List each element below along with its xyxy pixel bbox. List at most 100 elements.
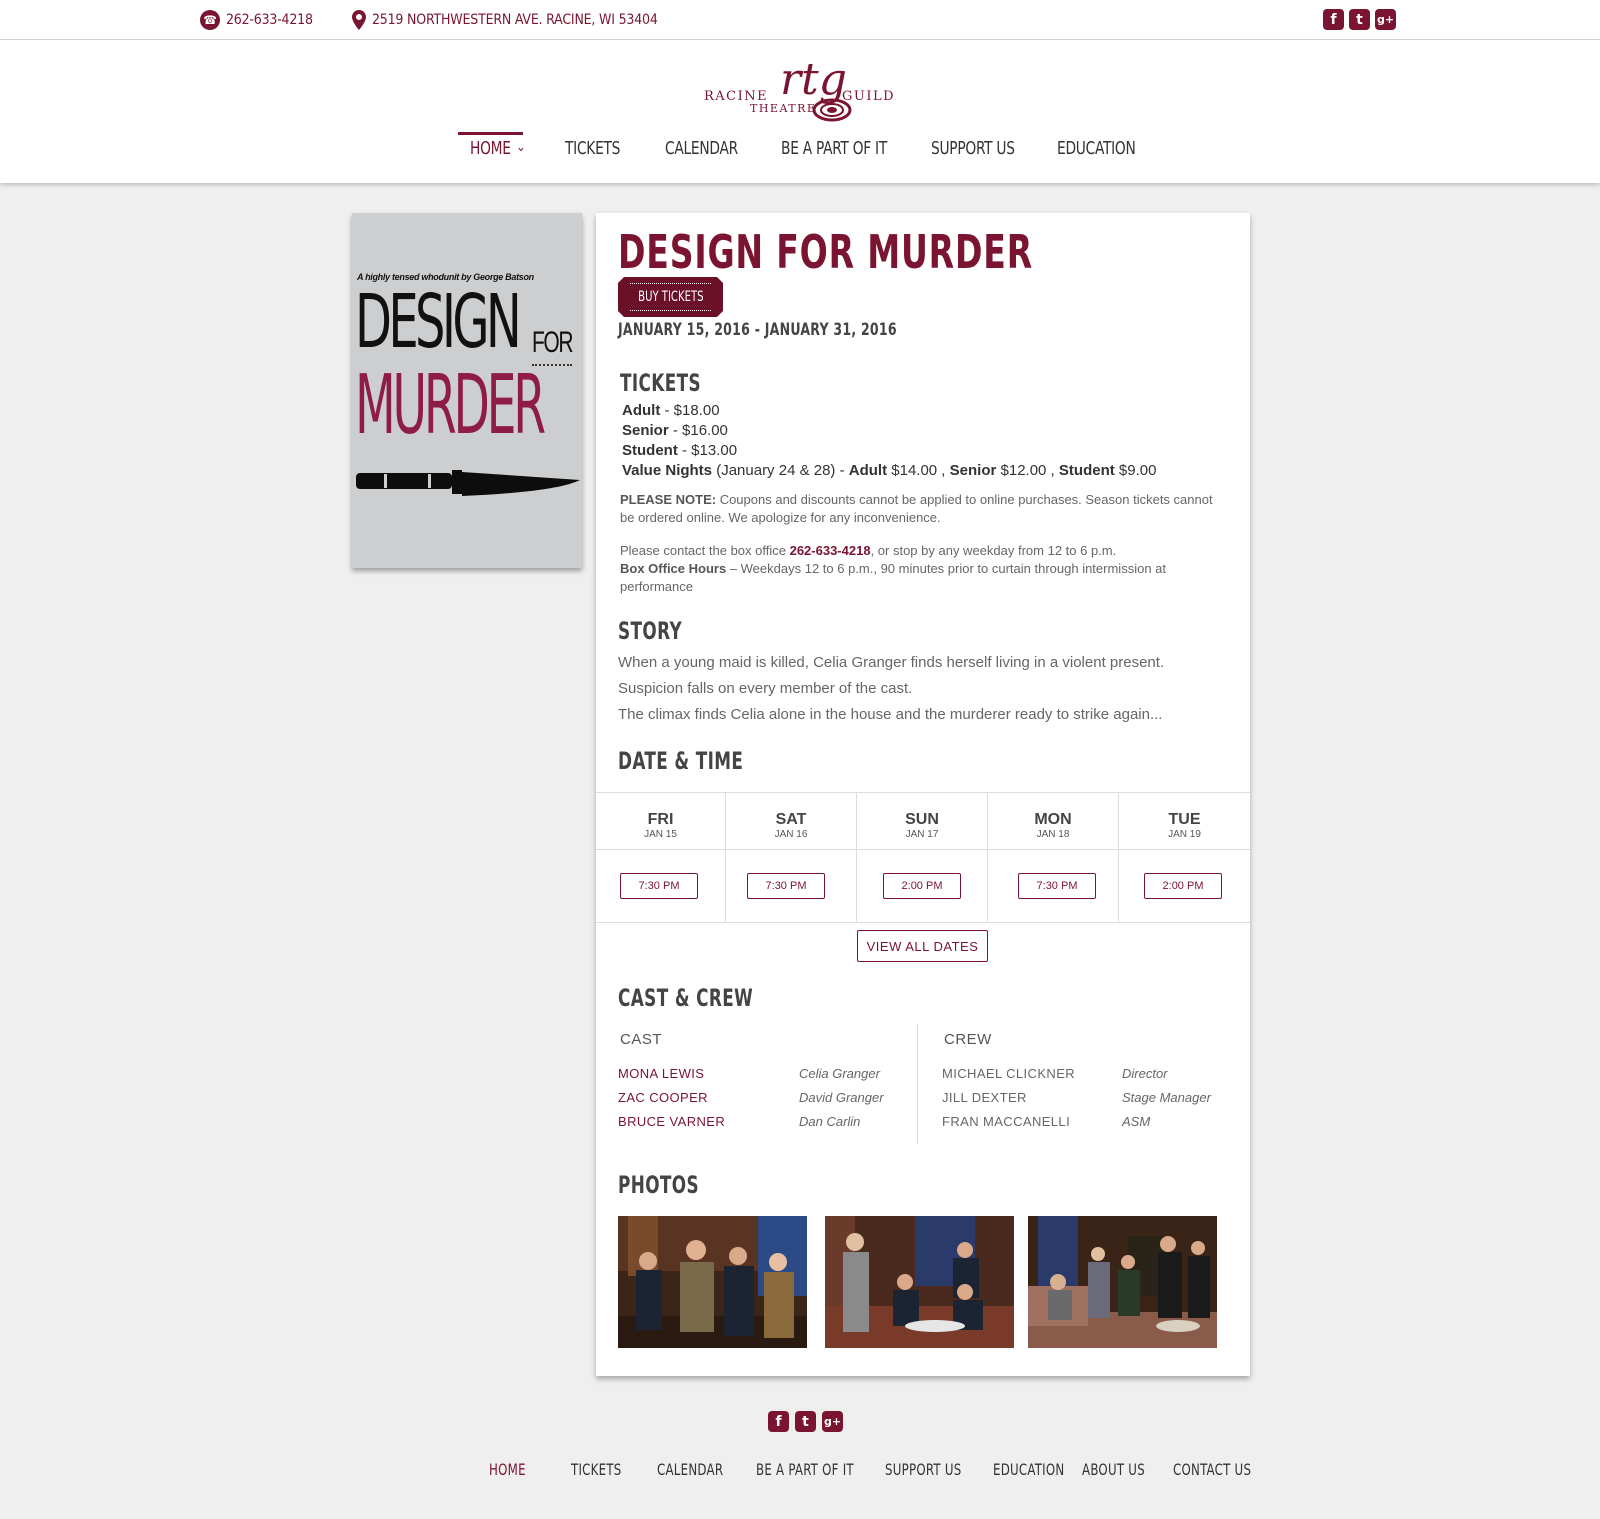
- main-nav: HOME ⌄ TICKETS CALENDAR BE A PART OF IT …: [0, 132, 1600, 172]
- cast-member-role: Celia Granger: [799, 1066, 880, 1081]
- cast-member-role: David Granger: [799, 1090, 884, 1105]
- performance-date: JAN 19: [1168, 829, 1201, 840]
- price-senior: Senior - $16.00: [622, 422, 728, 439]
- cast-member-name[interactable]: ZAC COOPER: [618, 1090, 708, 1105]
- crew-member-role: Stage Manager: [1122, 1090, 1211, 1105]
- performance-column: SAT JAN 16 7:30 PM: [726, 793, 857, 922]
- footer-nav-be-a-part-of-it[interactable]: BE A PART OF IT: [756, 1460, 854, 1479]
- show-detail-card: DESIGN FOR MURDER BUY TICKETS JANUARY 15…: [596, 213, 1250, 1376]
- footer-nav-support-us[interactable]: SUPPORT US: [885, 1460, 961, 1479]
- footer-nav-calendar[interactable]: CALENDAR: [657, 1460, 723, 1479]
- production-photo[interactable]: [618, 1216, 807, 1348]
- footer-social-links: f t g+: [768, 1411, 843, 1432]
- showtime-button[interactable]: 7:30 PM: [1018, 873, 1096, 899]
- story-heading: STORY: [618, 617, 683, 645]
- facebook-icon[interactable]: f: [1323, 9, 1344, 30]
- twitter-icon[interactable]: t: [795, 1411, 816, 1432]
- box-office-info: Please contact the box office 262-633-42…: [620, 543, 1166, 594]
- cast-member-name[interactable]: MONA LEWIS: [618, 1066, 704, 1081]
- nav-tickets[interactable]: TICKETS: [565, 138, 620, 159]
- footer-nav-tickets[interactable]: TICKETS: [571, 1460, 622, 1479]
- phone-icon: ☎: [200, 10, 220, 30]
- site-logo[interactable]: RACINE THEATRE GUILD rtg: [700, 52, 900, 128]
- performance-date: JAN 17: [905, 829, 939, 840]
- nav-home[interactable]: HOME: [470, 138, 511, 159]
- nav-calendar[interactable]: CALENDAR: [665, 138, 738, 159]
- footer-nav-about-us[interactable]: ABOUT US: [1082, 1460, 1145, 1479]
- performance-date: JAN 16: [774, 829, 808, 840]
- show-title: DESIGN FOR MURDER: [618, 225, 1033, 279]
- cast-label: CAST: [620, 1031, 663, 1048]
- crew-member-name: MICHAEL CLICKNER: [942, 1066, 1076, 1081]
- address-text: 2519 NORTHWESTERN AVE. RACINE, WI 53404: [372, 12, 658, 28]
- ticket-prices: Adult - $18.00 Senior - $16.00 Student -…: [622, 401, 1156, 481]
- address-contact[interactable]: 2519 NORTHWESTERN AVE. RACINE, WI 53404: [352, 10, 658, 30]
- showtime-button[interactable]: 2:00 PM: [883, 873, 961, 899]
- performance-date: JAN 15: [644, 829, 677, 840]
- tickets-heading: TICKETS: [620, 369, 702, 397]
- price-value-nights: Value Nights (January 24 & 28) - Adult $…: [622, 462, 1157, 479]
- nav-education[interactable]: EDUCATION: [1057, 138, 1136, 159]
- site-header: RACINE THEATRE GUILD rtg HOME ⌄ TICKETS …: [0, 40, 1600, 183]
- footer-nav-contact-us[interactable]: CONTACT US: [1173, 1460, 1251, 1479]
- show-dates: JANUARY 15, 2016 - JANUARY 31, 2016: [618, 320, 897, 340]
- show-poster: A highly tensed whodunit by George Batso…: [352, 213, 582, 568]
- logo-monogram-text: rtg: [780, 54, 847, 105]
- showtime-button[interactable]: 7:30 PM: [747, 873, 825, 899]
- knife-icon: [356, 470, 580, 496]
- story-text: When a young maid is killed, Celia Grang…: [618, 654, 1165, 723]
- box-office-phone-link[interactable]: 262-633-4218: [790, 543, 871, 558]
- performance-date: JAN 18: [1036, 829, 1070, 840]
- performance-day: TUE: [1168, 811, 1201, 828]
- crew-member-name: FRAN MACCANELLI: [942, 1114, 1071, 1129]
- cast-member-name[interactable]: BRUCE VARNER: [618, 1114, 725, 1129]
- nav-active-indicator: [458, 132, 523, 135]
- top-bar: ☎ 262-633-4218 2519 NORTHWESTERN AVE. RA…: [0, 0, 1600, 40]
- performance-column: TUE JAN 19 2:00 PM: [1119, 793, 1250, 922]
- footer-nav-education[interactable]: EDUCATION: [993, 1460, 1065, 1479]
- view-all-dates-button[interactable]: VIEW ALL DATES: [857, 930, 988, 962]
- performance-day: FRI: [647, 811, 674, 828]
- performance-table: FRI JAN 15 7:30 PM SAT JAN 16 7:30 PM SU…: [596, 792, 1250, 923]
- cast-crew-divider: [917, 1024, 918, 1144]
- price-student: Student - $13.00: [622, 442, 738, 459]
- buy-tickets-label: BUY TICKETS: [637, 289, 704, 305]
- performance-column: FRI JAN 15 7:30 PM: [596, 793, 726, 922]
- production-photo[interactable]: [1028, 1216, 1217, 1348]
- performance-day: MON: [1034, 811, 1072, 828]
- phone-contact[interactable]: ☎ 262-633-4218: [200, 10, 313, 30]
- nav-be-a-part-of-it[interactable]: BE A PART OF IT: [781, 138, 887, 159]
- crew-member-role: ASM: [1122, 1114, 1151, 1129]
- top-social-links: f t g+: [1323, 9, 1396, 30]
- showtime-button[interactable]: 7:30 PM: [620, 873, 698, 899]
- map-pin-icon: [352, 10, 366, 30]
- phone-number: 262-633-4218: [226, 12, 313, 28]
- photos-heading: PHOTOS: [618, 1171, 700, 1199]
- crew-member-role: Director: [1122, 1066, 1168, 1081]
- date-time-heading: DATE & TIME: [618, 747, 744, 775]
- crew-label: CREW: [944, 1031, 992, 1048]
- showtime-button[interactable]: 2:00 PM: [1144, 873, 1222, 899]
- twitter-icon[interactable]: t: [1349, 9, 1370, 30]
- google-plus-icon[interactable]: g+: [1375, 9, 1396, 30]
- crew-member-name: JILL DEXTER: [942, 1090, 1027, 1105]
- chevron-down-icon[interactable]: ⌄: [516, 140, 526, 155]
- poster-word-murder: MURDER: [355, 358, 546, 453]
- production-photo[interactable]: [825, 1216, 1014, 1348]
- cast-crew-heading: CAST & CREW: [618, 984, 754, 1012]
- google-plus-icon[interactable]: g+: [822, 1411, 843, 1432]
- cast-member-role: Dan Carlin: [799, 1114, 861, 1129]
- logo-monogram: rtg: [780, 54, 852, 122]
- facebook-icon[interactable]: f: [768, 1411, 789, 1432]
- buy-tickets-button[interactable]: BUY TICKETS: [618, 277, 723, 317]
- performance-day: SAT: [775, 811, 807, 828]
- ticket-note: PLEASE NOTE: Coupons and discounts canno…: [620, 492, 1213, 525]
- performance-column: SUN JAN 17 2:00 PM: [857, 793, 988, 922]
- performance-day: SUN: [905, 811, 939, 828]
- price-adult: Adult - $18.00: [622, 402, 720, 419]
- poster-word-design: DESIGN: [355, 279, 522, 365]
- footer-nav-home[interactable]: HOME: [489, 1460, 526, 1479]
- poster-word-for: FOR: [532, 326, 574, 359]
- performance-column: MON JAN 18 7:30 PM: [988, 793, 1119, 922]
- nav-support-us[interactable]: SUPPORT US: [931, 138, 1015, 159]
